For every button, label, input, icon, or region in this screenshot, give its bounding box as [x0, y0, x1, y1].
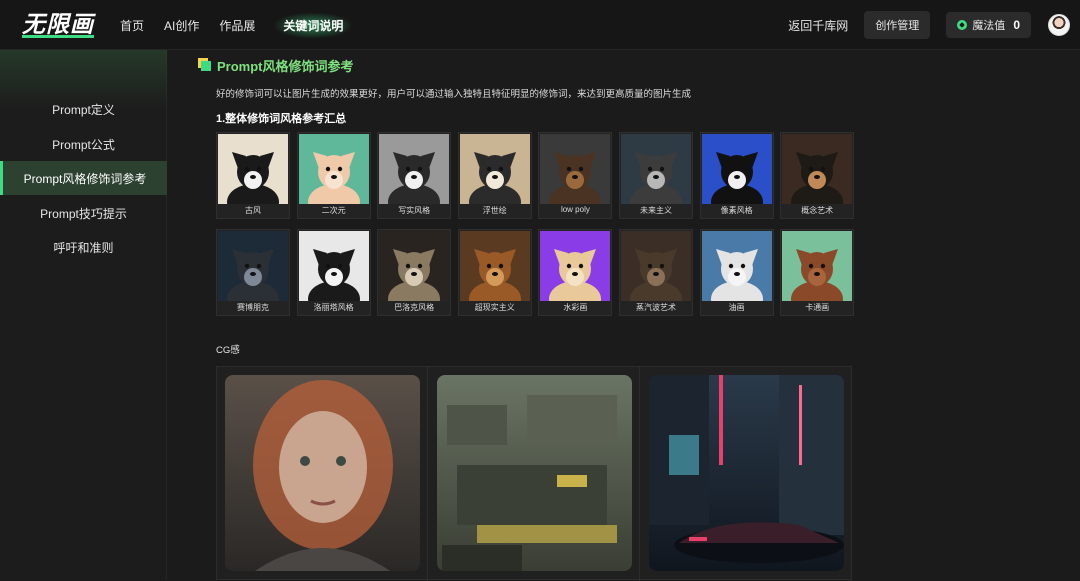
sidebar-item-prompt-tips[interactable]: Prompt技巧提示 [0, 196, 167, 230]
logo-text: 无限画 [22, 10, 94, 38]
sidebar-item-prompt-formula[interactable]: Prompt公式 [0, 127, 167, 161]
nav-gallery[interactable]: 作品展 [219, 13, 255, 38]
top-right-actions: 返回千库网 创作管理 魔法值 0 [788, 0, 1080, 50]
style-card[interactable]: 赛博朋克 [216, 229, 290, 316]
style-card[interactable]: 巴洛克风格 [377, 229, 452, 316]
top-bar: 无限画 首页 AI创作 作品展 关键词说明 返回千库网 创作管理 魔法值 0 [0, 0, 1080, 50]
style-summary-heading: 1.整体修饰词风格参考汇总 [216, 113, 347, 125]
style-card-label: 概念艺术 [801, 206, 834, 215]
style-card[interactable]: 卡通画 [780, 229, 855, 316]
style-card-label: 水彩画 [563, 303, 588, 312]
style-card-label: 卡通画 [805, 303, 830, 312]
style-card-label: 浮世绘 [482, 206, 507, 215]
style-card[interactable]: low poly [538, 132, 613, 219]
dog-style-image [701, 134, 772, 204]
style-card-label: 超现实主义 [474, 303, 515, 312]
style-card-label: 油画 [728, 303, 745, 312]
style-card-label: 像素风格 [720, 206, 753, 215]
style-card-label: 写实风格 [398, 206, 431, 215]
back-to-qianku-link[interactable]: 返回千库网 [788, 17, 848, 34]
section-title: Prompt风格修饰词参考 [201, 56, 354, 75]
cg-portrait-image [225, 375, 420, 571]
dog-style-image [218, 231, 288, 301]
sidebar-item-prompt-definition[interactable]: Prompt定义 [0, 92, 167, 126]
cg-gallery [216, 366, 852, 581]
sidebar-item-style-reference[interactable]: Prompt风格修饰词参考 [0, 161, 167, 195]
style-card[interactable]: 概念艺术 [780, 132, 855, 219]
style-card[interactable]: 像素风格 [699, 132, 774, 219]
dog-style-image [782, 231, 853, 301]
nav-ai-create[interactable]: AI创作 [164, 13, 199, 38]
title-square-icon [201, 60, 211, 71]
dog-style-image [540, 231, 611, 301]
cg-card[interactable] [429, 367, 640, 581]
magic-value-button[interactable]: 魔法值 0 [946, 12, 1031, 38]
style-card[interactable]: 油画 [699, 229, 774, 316]
section-title-text: Prompt风格修饰词参考 [217, 59, 354, 74]
main-content: Prompt风格修饰词参考 好的修饰词可以让图片生成的效果更好，用户可以通过输入… [167, 50, 1080, 581]
style-card-label: 二次元 [321, 206, 346, 215]
dog-style-image [459, 134, 530, 204]
dog-style-image [540, 134, 611, 204]
sidebar-item-guidelines[interactable]: 呼吁和准则 [0, 230, 167, 264]
sidebar: Prompt定义 Prompt公式 Prompt风格修饰词参考 Prompt技巧… [0, 50, 167, 580]
dog-style-image [218, 134, 288, 204]
style-card[interactable]: 蒸汽波艺术 [619, 229, 693, 316]
style-card[interactable]: 写实风格 [377, 132, 452, 219]
dog-style-image [459, 231, 530, 301]
nav-home[interactable]: 首页 [120, 13, 144, 38]
magic-value: 0 [1013, 18, 1020, 32]
dog-style-image [701, 231, 772, 301]
style-card-label: 未来主义 [640, 206, 672, 215]
style-card[interactable]: 超现实主义 [457, 229, 532, 316]
dog-style-image [298, 134, 369, 204]
dog-style-image [298, 231, 369, 301]
dog-style-image [379, 134, 450, 204]
magic-coin-icon [957, 20, 968, 30]
style-card-label: 古风 [245, 206, 261, 215]
logo[interactable]: 无限画 [22, 11, 94, 39]
style-card-label: 洛丽塔风格 [313, 303, 354, 312]
cg-card[interactable] [641, 367, 852, 581]
nav-keyword-guide[interactable]: 关键词说明 [275, 12, 352, 38]
main-nav: 首页 AI创作 作品展 关键词说明 [120, 0, 352, 50]
intro-text: 好的修饰词可以让图片生成的效果更好，用户可以通过输入独特且特征明显的修饰词，来达… [216, 89, 692, 100]
style-card-label: 蒸汽波艺术 [636, 303, 676, 312]
style-card-label: 巴洛克风格 [394, 303, 435, 312]
cg-card[interactable] [217, 367, 428, 581]
dog-style-image [621, 231, 691, 301]
style-card-label: low poly [560, 205, 590, 214]
user-avatar[interactable] [1048, 14, 1070, 36]
dog-style-image [782, 134, 853, 204]
style-card[interactable]: 二次元 [296, 132, 371, 219]
cg-label: CG感 [216, 345, 240, 356]
dog-style-image [621, 134, 691, 204]
style-card-label: 赛博朋克 [237, 303, 269, 312]
style-card[interactable]: 古风 [216, 132, 290, 219]
style-card[interactable]: 水彩画 [538, 229, 613, 316]
creation-manage-button[interactable]: 创作管理 [864, 11, 931, 39]
style-card[interactable]: 未来主义 [619, 132, 693, 219]
cg-neon-car-image [649, 375, 844, 571]
magic-label: 魔法值 [972, 20, 1006, 32]
dog-style-image [379, 231, 450, 301]
cg-city-ruins-image [437, 375, 632, 571]
style-card[interactable]: 浮世绘 [457, 132, 532, 219]
style-card[interactable]: 洛丽塔风格 [296, 229, 371, 316]
